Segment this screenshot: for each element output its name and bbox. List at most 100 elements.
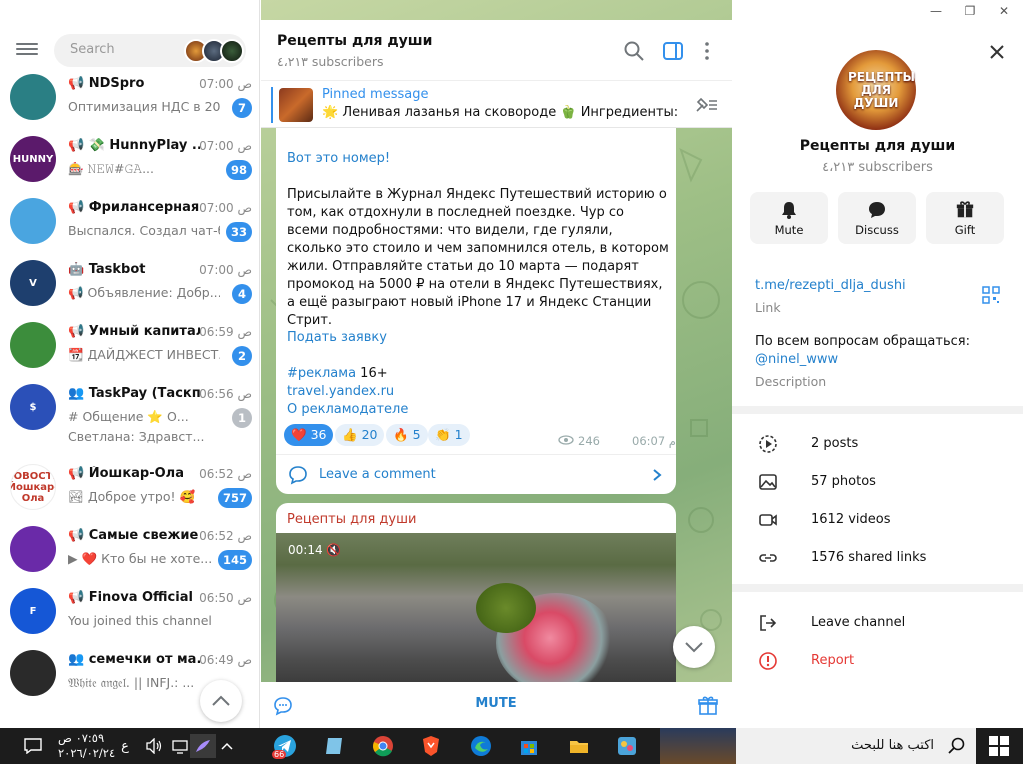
chat-name: 📢 Йошкар-Ола (68, 466, 184, 481)
scroll-up-button[interactable] (200, 680, 242, 722)
taskbar-search[interactable]: اكتب هنا للبحث (736, 728, 976, 764)
reaction-clap[interactable]: 👏 1 (428, 424, 470, 446)
videos-row[interactable]: 1612 videos (732, 501, 1023, 539)
search-box[interactable] (54, 34, 246, 67)
leave-comment-button[interactable]: Leave a comment (276, 454, 676, 494)
hashtag-link[interactable]: #реклама (287, 366, 356, 381)
chat-item[interactable]: $ 👥 TaskPay (Таскп...06:56 ص # Общение ⭐ О… (0, 376, 259, 456)
clock-time[interactable]: ٠٧:٥٩ ص (58, 731, 104, 745)
mute-profile-button[interactable]: Mute (750, 192, 828, 244)
chat-item[interactable]: 📢 Фрилансерная 07:00 ص Выспался. Создал ча… (0, 190, 259, 252)
game-app-icon[interactable] (614, 734, 640, 758)
hamburger-menu-icon[interactable] (16, 40, 38, 62)
apply-link[interactable]: Подать заявку (287, 330, 387, 345)
channel-header[interactable]: Рецепты для души ٤،٢١٣ subscribers (261, 20, 732, 80)
unread-badge: 1 (232, 408, 252, 428)
discuss-button[interactable]: Discuss (838, 192, 916, 244)
gift-label: Gift (954, 223, 976, 237)
chat-preview: Оптимизация НДС в 20... (68, 99, 220, 114)
channel-actions: Leave channel Report (732, 592, 1023, 728)
pinned-list-icon[interactable] (693, 93, 719, 117)
comment-icon (289, 466, 307, 485)
chat-preview: Выспался. Создал чат-б... (68, 223, 220, 238)
brave-icon[interactable] (418, 734, 444, 758)
gift-button[interactable]: Gift (926, 192, 1004, 244)
chat-preview: 🏞 Доброе утро! 🥰 (68, 489, 196, 504)
window-close-icon[interactable]: ✕ (994, 4, 1014, 20)
pinned-thumbnail (279, 88, 313, 122)
volume-icon[interactable] (141, 734, 167, 758)
qr-code-icon[interactable] (982, 286, 1000, 304)
photos-label: 57 photos (811, 474, 876, 489)
chrome-icon[interactable] (370, 734, 396, 758)
chat-item[interactable]: 📢 NDSpro 07:00 ص Оптимизация НДС в 20... 7 (0, 66, 259, 128)
scroll-down-button[interactable] (673, 626, 715, 668)
more-vertical-icon[interactable] (695, 39, 719, 63)
chat-item[interactable]: 📢 Умный капитал 06:59 ص 📆 ДАЙДЖЕСТ ИНВЕСТ.… (0, 314, 259, 376)
message-time: 06:07 م (632, 434, 676, 448)
sidebar-toggle-icon[interactable] (661, 39, 685, 63)
notifications-icon[interactable] (20, 734, 46, 758)
channel-title[interactable]: Рецепты для души (277, 33, 432, 49)
chat-item[interactable]: 📢 Самые свежие ...06:52 ص ▶ ❤️ Кто бы не … (0, 518, 259, 580)
show-hidden-icons-icon[interactable] (214, 734, 240, 758)
store-icon[interactable] (516, 734, 542, 758)
chat-avatar (10, 650, 56, 696)
unread-badge: 7 (232, 98, 252, 118)
file-explorer-icon[interactable] (566, 734, 592, 758)
minimize-icon[interactable]: — (926, 4, 946, 20)
chat-item[interactable]: V 🤖 Taskbot 07:00 ص 📢 Объявление: Добр... 4 (0, 252, 259, 314)
widget-weather[interactable] (660, 728, 736, 764)
notes-app-icon[interactable] (322, 734, 348, 758)
channel-link[interactable]: t.me/rezepti_dlja_dushi (755, 278, 906, 293)
gift-icon[interactable] (697, 695, 719, 717)
chat-item[interactable]: HUNNY 📢 💸 HunnyPlay ... 07:00 ص 🎰 𝙽𝙴𝚆#𝙶𝙰...… (0, 128, 259, 190)
photos-row[interactable]: 57 photos (732, 463, 1023, 501)
advertiser-link[interactable]: О рекламодателе (287, 402, 408, 417)
clock-date[interactable]: ٢٠٢٦/٠٢/٢٤ (58, 746, 115, 760)
channel-view: Рецепты для души ٤،٢١٣ subscribers Pinne… (261, 0, 732, 728)
gift-icon (956, 201, 974, 218)
reaction-thumbs-up[interactable]: 👍 20 (335, 424, 385, 446)
message-video[interactable]: Рецепты для души 00:14 🔇 (276, 503, 676, 693)
chat-item[interactable]: НОВОСТИ Йошкар-Ола 📢 Йошкар-Ола 06:52 ص🏞 Д… (0, 456, 259, 518)
discussion-icon[interactable] (273, 696, 293, 716)
chat-name: 📢 💸 HunnyPlay ... (68, 138, 200, 153)
report-icon (759, 652, 777, 670)
travel-link[interactable]: travel.yandex.ru (287, 384, 394, 399)
close-icon[interactable] (986, 41, 1008, 63)
video-duration: 00:14 🔇 (288, 543, 341, 557)
video-player[interactable]: 00:14 🔇 (276, 533, 676, 693)
mute-button[interactable]: MUTE (431, 696, 561, 711)
story-avatar-icon[interactable] (220, 39, 244, 63)
links-row[interactable]: 1576 shared links (732, 539, 1023, 577)
feather-app-icon[interactable] (190, 734, 216, 758)
leave-channel-button[interactable]: Leave channel (732, 604, 1023, 642)
posts-row[interactable]: 2 posts (732, 425, 1023, 463)
chat-name: 🤖 Taskbot (68, 262, 146, 277)
pinned-indicator (271, 87, 273, 123)
chat-item[interactable]: F 📢 Finova Official 06:50 ص You joined this… (0, 580, 259, 642)
pinned-message-bar[interactable]: Pinned message 🌟 Ленивая лазанья на сков… (261, 80, 732, 128)
thumbs-up-icon: 👍 (342, 427, 358, 442)
maximize-icon[interactable]: ❐ (960, 4, 980, 20)
telegram-taskbar-icon[interactable]: 66 (272, 734, 298, 759)
windows-start-icon[interactable] (987, 734, 1011, 758)
message-body: Присылайте в Журнал Яндекс Путешествий и… (287, 187, 669, 328)
edge-icon[interactable] (468, 734, 494, 758)
reaction-heart[interactable]: ❤️ 36 (284, 424, 334, 446)
chat-time: 07:00 ص (199, 77, 252, 91)
reaction-fire[interactable]: 🔥 5 (386, 424, 428, 446)
muted-speaker-icon[interactable]: 🔇 (326, 543, 341, 557)
window-controls: — ❐ ✕ (732, 0, 1023, 24)
description-mention[interactable]: @ninel_www (755, 352, 838, 367)
language-indicator[interactable]: ع (112, 734, 138, 758)
unread-badge: 2 (232, 346, 252, 366)
channel-avatar[interactable]: РЕЦЕПТЫ ДЛЯ ДУШИ (836, 50, 916, 130)
search-input[interactable] (70, 42, 180, 57)
message-ad[interactable]: Вот это номер! Присылайте в Журнал Яндек… (276, 128, 676, 494)
bell-icon (782, 202, 796, 219)
search-icon[interactable] (622, 39, 646, 63)
message-author[interactable]: Рецепты для души (287, 512, 416, 527)
report-button[interactable]: Report (732, 642, 1023, 680)
